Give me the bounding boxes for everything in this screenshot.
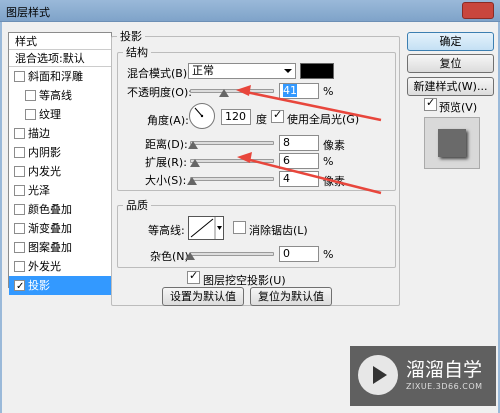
watermark-subtitle: ZIXUE.3D66.COM <box>406 382 483 391</box>
watermark: 溜溜自学 ZIXUE.3D66.COM <box>350 346 496 406</box>
watermark-title: 溜溜自学 <box>406 359 483 381</box>
play-logo-icon <box>358 355 398 395</box>
